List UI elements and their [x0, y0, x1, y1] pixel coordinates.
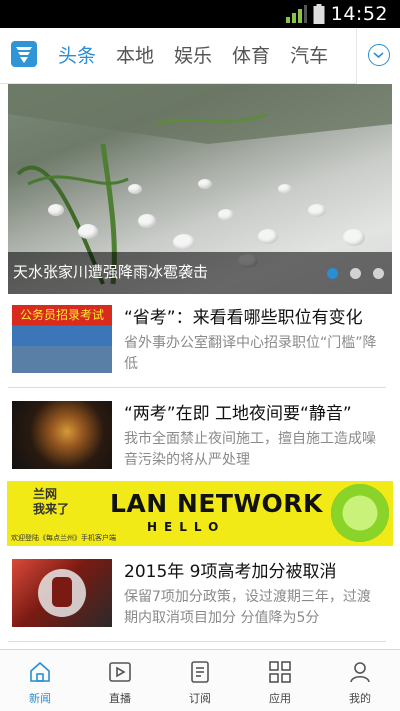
- hail-stone: [48, 204, 64, 216]
- tab-me[interactable]: 我的: [320, 650, 400, 711]
- tab-auto[interactable]: 汽车: [280, 28, 338, 84]
- channel-nav: 头条 本地 娱乐 体育 汽车: [0, 28, 400, 84]
- ad-footnote: 欢迎登陆《每点兰州》手机客户端: [11, 534, 116, 542]
- tab-label: 我的: [349, 692, 371, 705]
- hail-stone: [128, 184, 142, 194]
- news-title: “省考”：来看看哪些职位有变化: [124, 308, 363, 328]
- lime-icon: [331, 484, 389, 542]
- battery-icon: [313, 4, 325, 24]
- news-summary: 省外事办公室翻译中心招录职位“门槛”降低: [124, 335, 377, 372]
- carousel-dot[interactable]: [350, 268, 361, 279]
- tab-headlines[interactable]: 头条: [48, 28, 106, 84]
- tab-label: 新闻: [29, 692, 51, 705]
- play-icon: [109, 662, 131, 682]
- thumbnail-banner-text: 公务员招录考试: [12, 305, 112, 325]
- news-title: 2015年 9项高考加分被取消: [124, 562, 337, 582]
- ad-slogan-line: 兰网: [33, 487, 58, 501]
- banner-caption[interactable]: 天水张家川遭强降雨冰雹袭击: [13, 261, 208, 282]
- news-title: “两考”在即 工地夜间要“静音”: [124, 404, 352, 424]
- hail-stone: [173, 234, 195, 250]
- tab-label: 直播: [109, 692, 131, 705]
- home-icon: [30, 661, 50, 682]
- ad-tagline: HELLO: [147, 520, 226, 534]
- hail-stone: [343, 229, 365, 246]
- status-icons: 14:52: [285, 3, 388, 25]
- ad-slogan-line: 我来了: [33, 502, 70, 516]
- tab-local[interactable]: 本地: [106, 28, 164, 84]
- clock: 14:52: [330, 3, 388, 25]
- tab-live[interactable]: 直播: [80, 650, 160, 711]
- carousel-indicator: [327, 268, 384, 279]
- hail-stone: [218, 209, 234, 221]
- tab-news[interactable]: 新闻: [0, 650, 80, 711]
- tab-label: 应用: [269, 692, 291, 705]
- tab-sports[interactable]: 体育: [222, 28, 280, 84]
- news-summary: 我市全面禁止夜间施工，擅自施工造成噪音污染的将从严处理: [124, 431, 376, 468]
- carousel-dot[interactable]: [373, 268, 384, 279]
- news-item[interactable]: 2015年 9项高考加分被取消 保留7项加分政策，设过渡期三年，过渡期内取消项目…: [8, 546, 386, 642]
- tab-entertainment[interactable]: 娱乐: [164, 28, 222, 84]
- ad-banner[interactable]: 兰网 我来了 LAN NETWORK HELLO 欢迎登陆《每点兰州》手机客户端: [7, 481, 393, 546]
- hail-stone: [78, 224, 98, 239]
- ad-brand: LAN NETWORK: [110, 489, 323, 518]
- channel-tabs: 头条 本地 娱乐 体育 汽车: [48, 28, 338, 84]
- hail-stone: [258, 229, 278, 244]
- tab-label: 订阅: [189, 692, 211, 705]
- tab-subscribe[interactable]: 订阅: [160, 650, 240, 711]
- news-item[interactable]: “两考”在即 工地夜间要“静音” 我市全面禁止夜间施工，擅自施工造成噪音污染的将…: [8, 388, 386, 484]
- headline-carousel[interactable]: 天水张家川遭强降雨冰雹袭击: [8, 84, 392, 294]
- more-channels-button[interactable]: [368, 44, 390, 66]
- news-thumbnail: [12, 559, 112, 627]
- raised-fist-icon: [38, 569, 86, 617]
- chevron-down-icon: [373, 52, 384, 59]
- hail-stone: [198, 179, 212, 189]
- document-icon: [191, 661, 209, 683]
- news-thumbnail: 公务员招录考试: [12, 305, 112, 373]
- signal-icon: [285, 5, 307, 23]
- news-summary: 保留7项加分政策，设过渡期三年，过渡期内取消项目加分 分值降为5分: [124, 589, 371, 626]
- hail-stone: [138, 214, 156, 228]
- hail-stone: [278, 184, 292, 194]
- app-logo[interactable]: [11, 41, 37, 67]
- status-bar: 14:52: [0, 0, 400, 28]
- logo-icon: [16, 47, 32, 63]
- ad-slogan: 兰网 我来了: [33, 487, 69, 517]
- news-thumbnail: [12, 401, 112, 469]
- hail-stone: [308, 204, 326, 217]
- grid-icon: [269, 661, 291, 683]
- news-item[interactable]: 公务员招录考试 “省考”：来看看哪些职位有变化 省外事办公室翻译中心招录职位“门…: [8, 292, 386, 388]
- carousel-dot[interactable]: [327, 268, 338, 279]
- user-icon: [350, 662, 370, 683]
- bottom-tab-bar: 新闻 直播 订阅 应用 我的: [0, 649, 400, 711]
- tab-apps[interactable]: 应用: [240, 650, 320, 711]
